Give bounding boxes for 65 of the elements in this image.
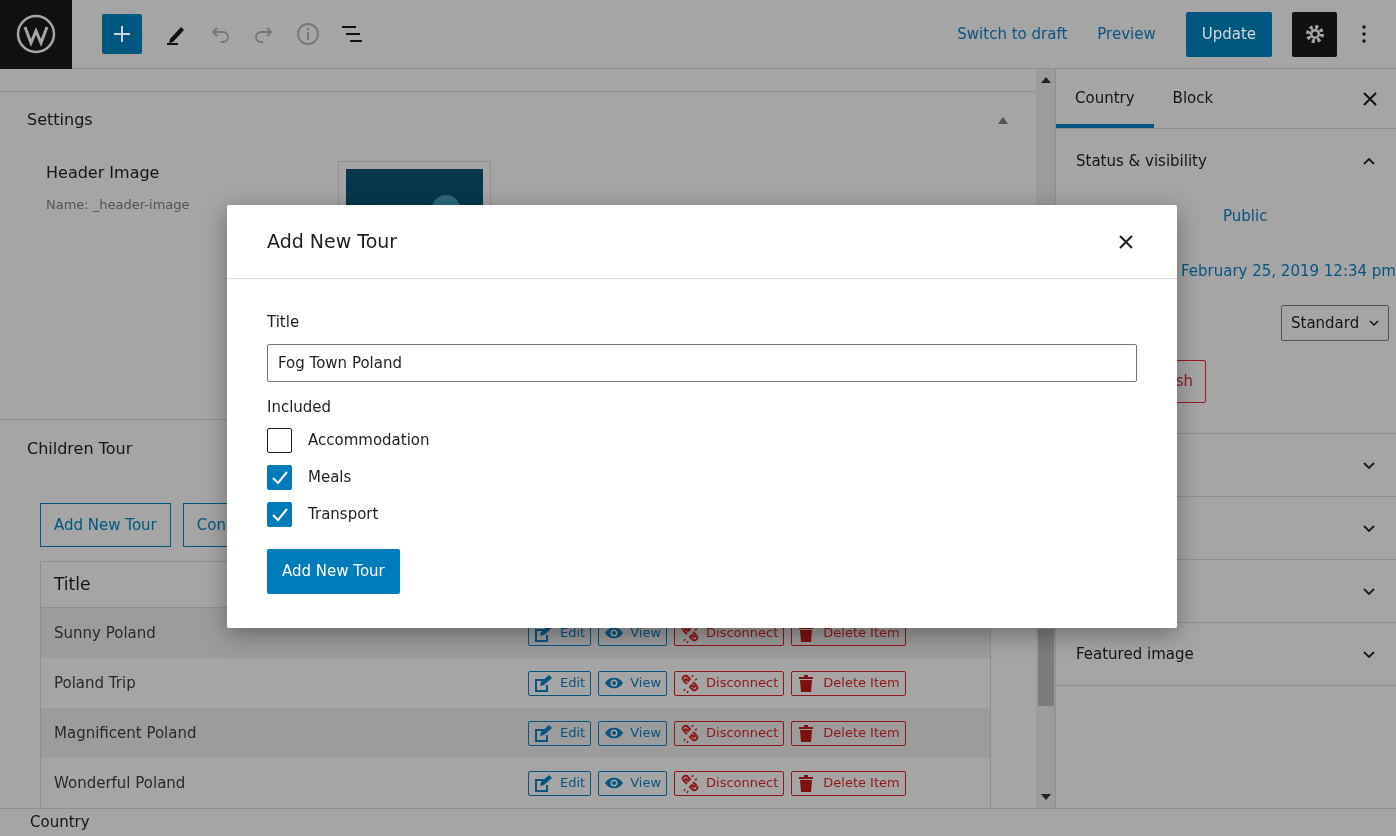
scroll-down-icon[interactable]: [1041, 794, 1051, 800]
scroll-up-icon[interactable]: [1041, 77, 1051, 83]
collapse-icon[interactable]: [997, 116, 1009, 125]
option-label: Meals: [308, 467, 352, 489]
scroll-thumb[interactable]: [1038, 629, 1054, 706]
outline-button[interactable]: Add New Tour: [40, 503, 171, 547]
broken-link-icon: [680, 723, 701, 743]
check-icon: [271, 507, 288, 522]
action-button[interactable]: Disconnect: [674, 720, 785, 746]
checkbox[interactable]: [267, 428, 292, 453]
action-button[interactable]: View: [598, 770, 668, 796]
column-header: Title: [54, 572, 91, 596]
action-button[interactable]: Edit: [528, 720, 592, 746]
field-name: Name: _header-image: [46, 195, 191, 214]
action-button[interactable]: Disconnect: [674, 670, 785, 696]
action-button[interactable]: Disconnect: [674, 770, 785, 796]
action-button[interactable]: View: [598, 670, 668, 696]
add-block-button[interactable]: [102, 14, 142, 54]
edit-icon: [534, 773, 554, 793]
panel-title: Featured image: [1076, 643, 1194, 665]
checkbox[interactable]: [267, 465, 292, 490]
action-button[interactable]: Delete Item: [791, 670, 906, 696]
logo-icon[interactable]: [16, 14, 56, 54]
panel-title: Settings: [27, 109, 93, 132]
field-label: Included: [267, 396, 333, 418]
check-icon: [271, 470, 288, 485]
table-cell-text: Magnificent Poland: [53, 722, 198, 744]
action-button[interactable]: View: [598, 720, 668, 746]
action-button[interactable]: Delete Item: [791, 720, 906, 746]
edit-icon: [534, 673, 554, 693]
settings-button[interactable]: [1292, 11, 1337, 57]
action-button[interactable]: Edit: [528, 770, 592, 796]
field-label: Header Image: [46, 161, 161, 184]
panel-title: Children Tour: [27, 438, 133, 460]
close-icon[interactable]: [1119, 234, 1133, 249]
checkbox[interactable]: [267, 502, 292, 527]
chevron-down-icon: [1369, 319, 1380, 327]
edit-icon: [534, 723, 554, 743]
sidebar-tab[interactable]: Country: [1056, 73, 1154, 128]
table-cell-text: Sunny Poland: [53, 622, 157, 644]
broken-link-icon: [680, 773, 701, 793]
toolbar-link[interactable]: Preview: [1097, 22, 1156, 46]
status-text: Country: [30, 812, 90, 834]
format-select[interactable]: Standard: [1281, 305, 1390, 341]
settings-icon: [1303, 23, 1326, 45]
more-options-icon[interactable]: [1362, 24, 1366, 44]
action-button[interactable]: Edit: [528, 670, 592, 696]
table-cell-text: Poland Trip: [53, 672, 137, 694]
action-button[interactable]: Delete Item: [791, 770, 906, 796]
panel-title: Status & visibility: [1076, 150, 1207, 172]
visibility-link[interactable]: Public: [1223, 205, 1268, 248]
sidebar-tab[interactable]: Block: [1153, 73, 1233, 128]
submit-button[interactable]: Add New Tour: [267, 549, 400, 594]
toolbar-link[interactable]: Switch to draft: [957, 22, 1068, 46]
option-label: Accommodation: [308, 430, 430, 452]
table-cell-text: Wonderful Poland: [53, 772, 187, 794]
update-button[interactable]: Update: [1185, 11, 1272, 57]
publish-date-link[interactable]: February 25, 2019 12:34 pm: [1181, 260, 1396, 303]
plus-icon: [113, 25, 131, 43]
field-label: Title: [267, 312, 301, 333]
broken-link-icon: [680, 673, 701, 693]
close-icon[interactable]: [1363, 91, 1377, 106]
title-input[interactable]: Fog Town Poland: [267, 343, 1137, 382]
modal-title: Add New Tour: [267, 229, 398, 255]
option-label: Transport: [308, 504, 379, 526]
